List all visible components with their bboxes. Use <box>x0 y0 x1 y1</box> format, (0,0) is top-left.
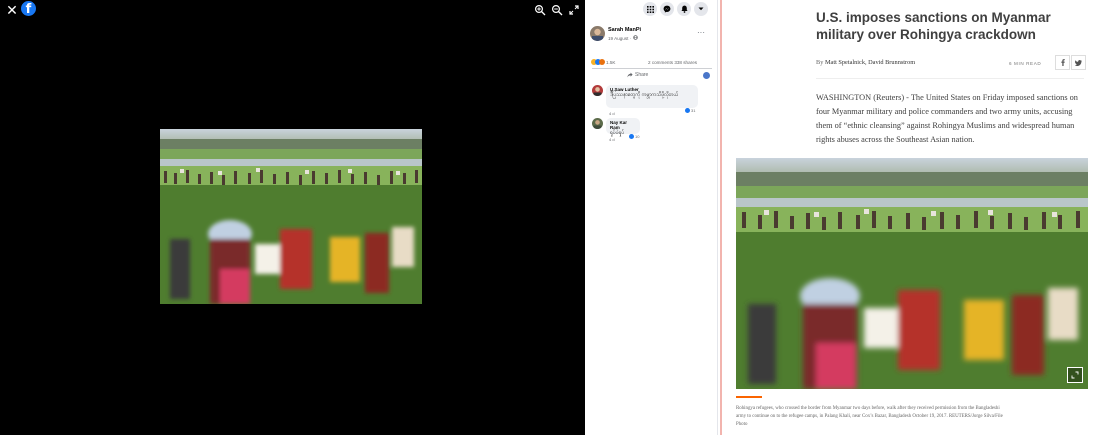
top-bar <box>585 0 720 18</box>
apps-grid-icon[interactable] <box>643 2 657 16</box>
angry-reaction-icon <box>599 59 605 65</box>
share-count[interactable]: 338 shares <box>674 60 697 65</box>
byline-rule <box>816 78 1084 79</box>
article-byline: By Matt Spetalnick, David Brunnstrom <box>816 59 915 66</box>
article-photo <box>736 158 1088 389</box>
comment-actions[interactable]: 4 d <box>609 111 615 116</box>
like-reaction-icon <box>629 134 634 139</box>
share-button[interactable]: Share <box>635 72 648 78</box>
reaction-count[interactable]: 1.5K <box>606 60 615 65</box>
globe-icon <box>632 35 638 40</box>
fullscreen-icon[interactable] <box>568 4 580 16</box>
caption-accent-rule <box>736 396 762 398</box>
panel-divider <box>717 0 718 435</box>
author-avatar[interactable] <box>590 26 605 41</box>
more-options-button[interactable]: ··· <box>697 28 705 37</box>
post-date[interactable]: 19 August <box>608 36 628 41</box>
zoom-in-icon[interactable] <box>534 4 546 16</box>
share-icon <box>627 72 633 78</box>
commenter-avatar[interactable] <box>592 85 603 96</box>
read-time: 6 MIN READ <box>1009 61 1042 66</box>
messenger-icon[interactable] <box>660 2 674 16</box>
post-photo <box>160 129 422 304</box>
comment-reaction-count: 31 <box>691 108 696 113</box>
comment-actions[interactable]: 4 d <box>609 137 615 142</box>
commenter-name[interactable]: Nay Kar Ram <box>610 120 636 130</box>
article-lead-paragraph: WASHINGTON (Reuters) - The United States… <box>816 93 1078 144</box>
notifications-icon[interactable] <box>677 2 691 16</box>
zoom-out-icon[interactable] <box>551 4 563 16</box>
comment-bubble: U Saw Luther ဒီပြဿနာတွေကို ကမ္ဘာကသိဖို့လ… <box>606 85 698 108</box>
close-icon[interactable]: ✕ <box>6 2 18 18</box>
post-stats: 2 comments 338 shares <box>648 60 697 65</box>
photo-caption: Rohingya refugees, who crossed the borde… <box>736 406 1003 427</box>
byline-prefix: By <box>816 59 824 66</box>
like-reaction-icon <box>685 108 690 113</box>
expand-icon <box>1071 371 1079 379</box>
comment-reactions[interactable]: 31 <box>685 108 695 113</box>
comment-bubble: Nay Kar Ram ရှုပ်ပဲရှုပ် <box>606 118 640 136</box>
comment-reaction-count: 10 <box>635 134 640 139</box>
facebook-logo[interactable]: f <box>21 1 36 16</box>
article-headline: U.S. imposes sanctions on Myanmar milita… <box>816 10 1051 42</box>
photo-viewer: ✕ f <box>0 0 585 435</box>
meta-separator: · <box>629 36 632 41</box>
comment-count[interactable]: 2 comments <box>648 60 673 65</box>
comment-text: ဒီပြဿနာတွေကို ကမ္ဘာကသိဖို့လိုတယ် <box>610 92 679 98</box>
expand-photo-button[interactable] <box>1067 367 1083 383</box>
post-author[interactable]: Sarah ManPi <box>608 27 641 33</box>
news-article: U.S. imposes sanctions on Myanmar milita… <box>722 0 1100 435</box>
byline-authors[interactable]: Matt Spetalnick, David Brunnstrom <box>825 59 915 66</box>
twitter-share-icon[interactable] <box>1071 55 1086 70</box>
post-meta: 19 August · <box>608 35 638 41</box>
post-panel: Sarah ManPi 19 August · ··· 1.5K 2 comme… <box>585 0 720 435</box>
commenter-avatar[interactable] <box>592 118 603 129</box>
facebook-share-icon[interactable] <box>1055 55 1070 70</box>
comment-reactions[interactable]: 10 <box>629 134 639 139</box>
account-menu-icon[interactable] <box>694 2 708 16</box>
share-as-avatar[interactable] <box>703 72 710 79</box>
divider <box>592 68 712 69</box>
